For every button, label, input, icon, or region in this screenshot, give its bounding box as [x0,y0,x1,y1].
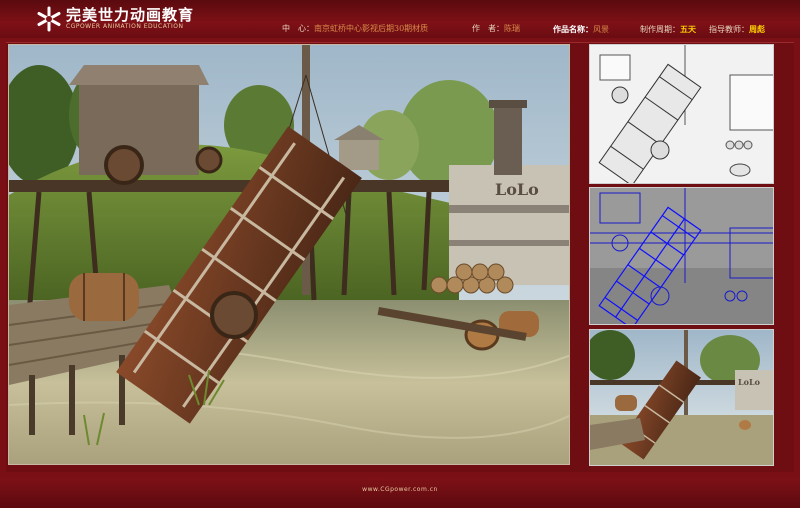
main-render-image: LoLo [8,44,570,465]
clay-scene [590,45,773,183]
thumb-boat-sign: LoLo [738,377,761,387]
center-value: 南京虹桥中心影视后期30期材质 [314,24,429,33]
color-scene: LoLo [590,330,773,465]
main-scene: LoLo [9,45,569,464]
author-label: 作 者： [472,24,504,33]
boat-sign: LoLo [495,180,539,199]
work-label: 作品名称： [553,24,593,34]
author-value: 陈瑞 [504,24,520,33]
meta-center: 中 心：南京虹桥中心影视后期30期材质 [282,23,428,35]
footer-bar: www.CGpower.com.cn [0,478,800,508]
teacher-label: 指导教师： [709,25,749,34]
brand-subtitle: CGPOWER ANIMATION EDUCATION [66,23,184,30]
brand-logo[interactable]: 完美世力动画教育 CGPOWER ANIMATION EDUCATION [36,4,194,34]
period-value: 五天 [680,24,696,34]
snowflake-logo-icon [37,6,61,32]
period-label: 制作周期： [640,25,680,34]
thumbnail-wireframe-render[interactable] [589,187,774,325]
wireframe-scene [590,188,773,324]
meta-author: 作 者：陈瑞 [472,23,520,35]
thumbnail-clay-render[interactable] [589,44,774,184]
meta-work: 作品名称：风景 [553,23,609,35]
teacher-value: 周彪 [749,24,765,34]
center-label: 中 心： [282,24,314,33]
brand-name: 完美世力动画教育 [66,6,195,24]
header-bar: 完美世力动画教育 CGPOWER ANIMATION EDUCATION 中 心… [0,0,800,38]
meta-period: 制作周期：五天 [640,23,696,35]
meta-teacher: 指导教师：周彪 [709,23,765,35]
work-value: 风景 [593,25,609,34]
thumbnail-color-render[interactable]: LoLo [589,329,774,466]
footer-url-link[interactable]: www.CGpower.com.cn [0,486,800,493]
